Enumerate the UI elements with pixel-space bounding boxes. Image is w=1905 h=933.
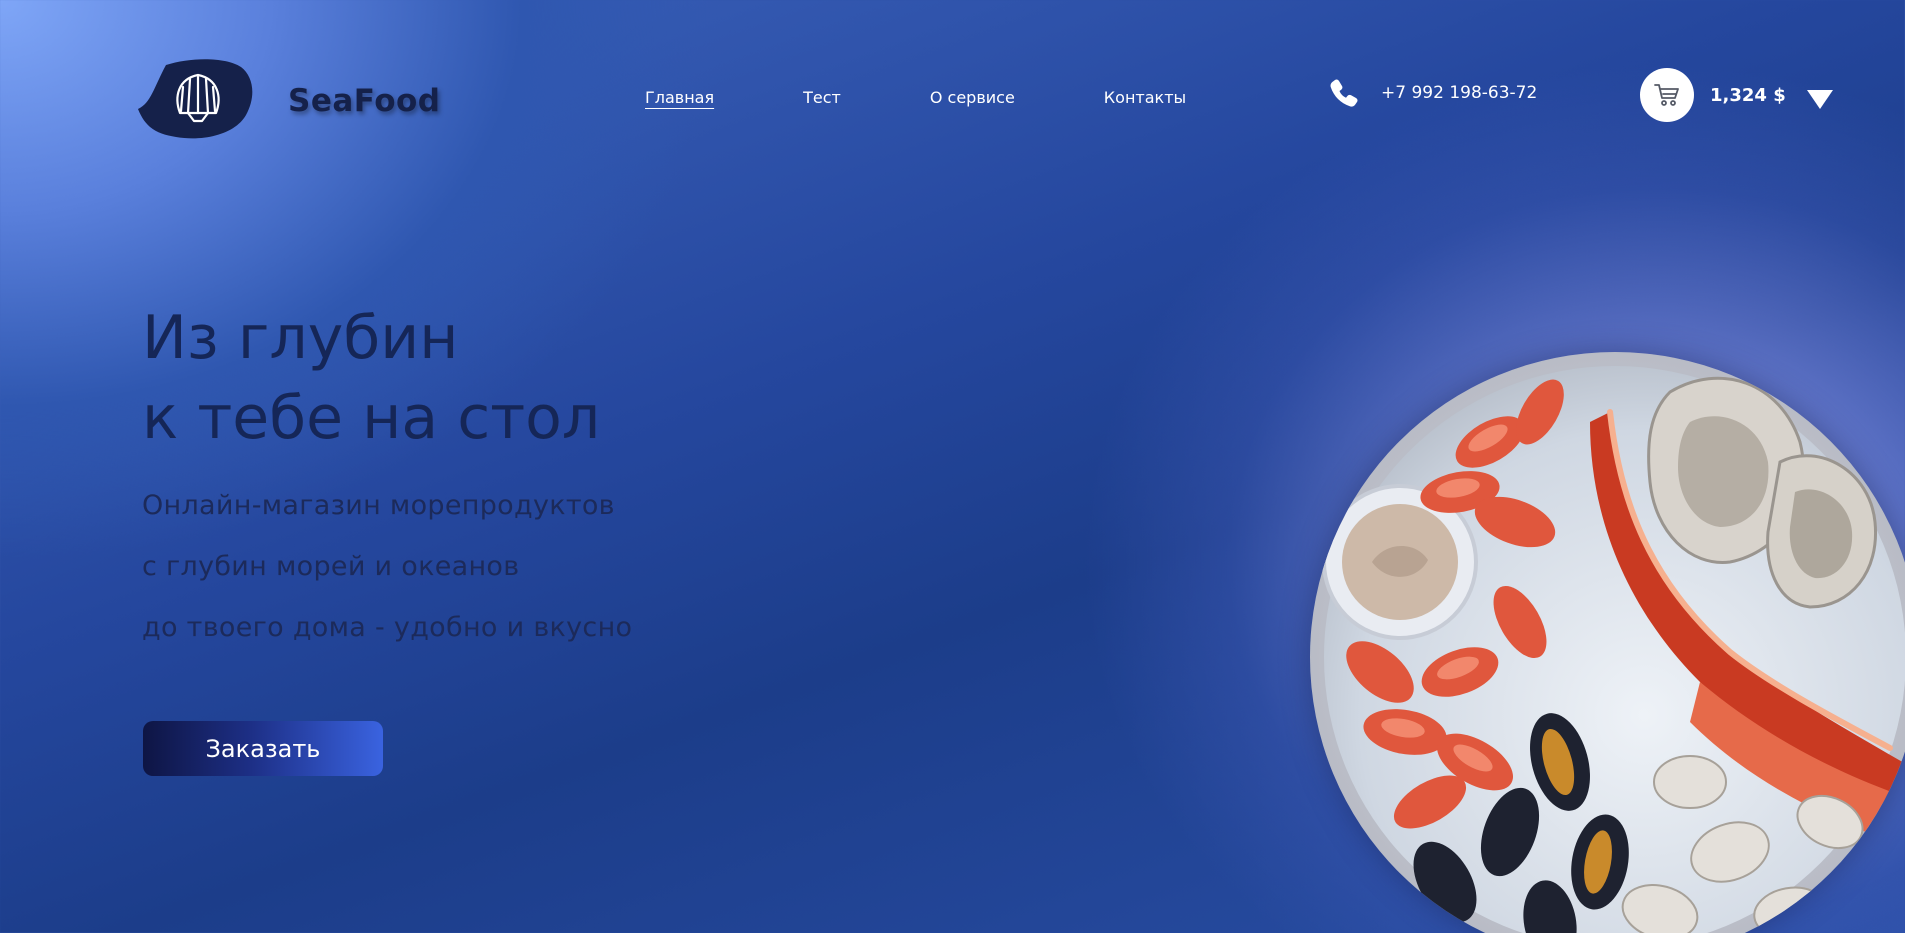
cart-button[interactable] [1640,68,1694,122]
nav-item-test[interactable]: Тест [803,88,841,107]
main-nav: Главная Тест О сервисе Контакты [645,88,1186,107]
hero-description-line: до твоего дома - удобно и вкусно [142,612,633,643]
seafood-illustration [1322,376,1905,933]
seafood-platter-image [1310,352,1905,933]
hero-title-line: к тебе на стол [142,383,601,453]
cart-widget: 1,324 $ [1640,68,1833,122]
nav-item-about[interactable]: О сервисе [930,88,1015,107]
phone-contact[interactable]: +7 992 198-63-72 [1328,77,1537,109]
hero-title: Из глубин к тебе на стол [142,298,600,458]
nav-item-contacts[interactable]: Контакты [1104,88,1186,107]
brand-name: SeaFood [288,83,441,119]
cart-icon [1654,84,1679,106]
nav-item-home[interactable]: Главная [645,88,714,107]
hero-title-line: Из глубин [142,303,459,373]
order-button[interactable]: Заказать [143,721,383,776]
cart-total: 1,324 $ [1710,84,1786,106]
hero-description: Онлайн-магазин морепродуктов с глубин мо… [142,475,632,658]
seashell-icon [136,57,266,145]
phone-icon [1330,79,1358,107]
chevron-down-icon[interactable] [1806,89,1833,109]
hero-description-line: Онлайн-магазин морепродуктов [142,490,615,521]
brand-logo[interactable]: SeaFood [136,57,440,145]
hero-description-line: с глубин морей и океанов [142,551,520,582]
phone-number: +7 992 198-63-72 [1381,83,1538,103]
